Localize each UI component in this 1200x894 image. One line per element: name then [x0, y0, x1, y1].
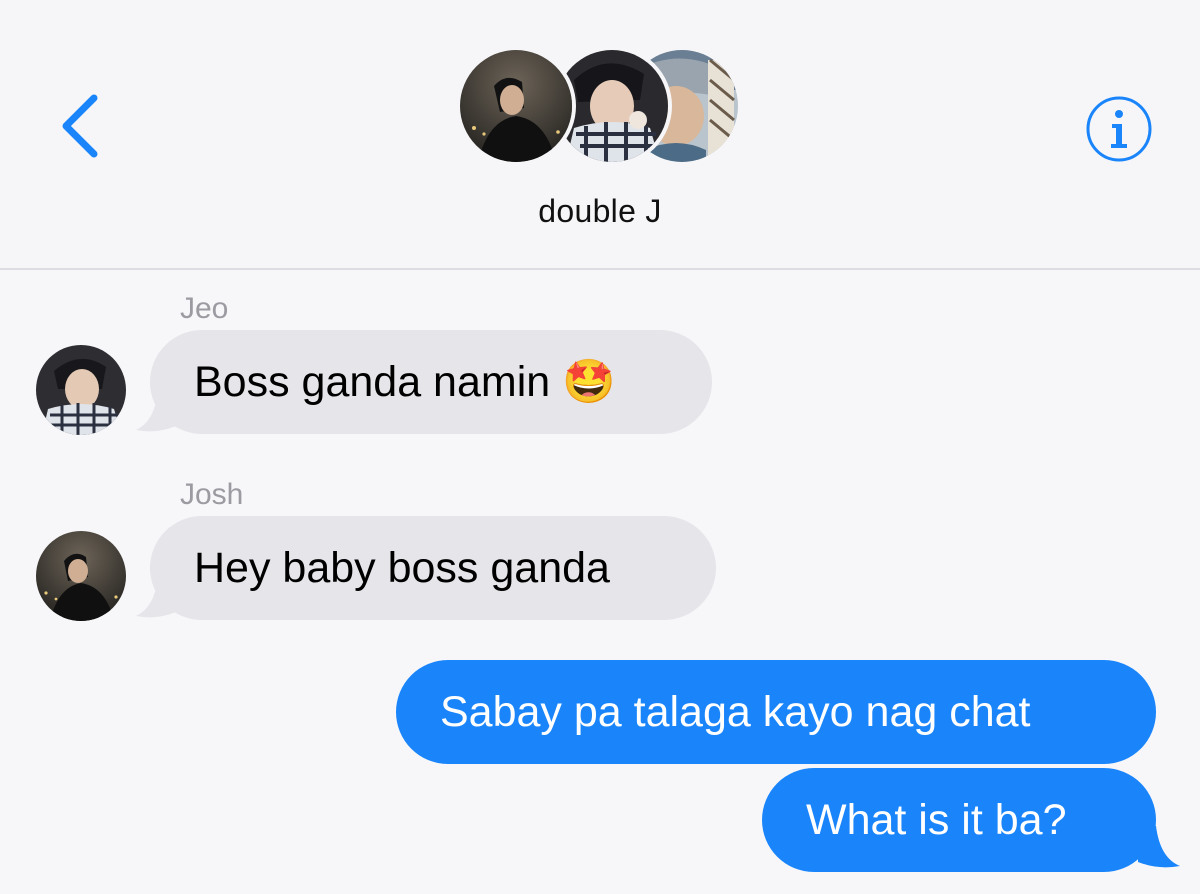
sender-avatar[interactable] [36, 531, 126, 621]
sender-avatar[interactable] [36, 345, 126, 435]
conversation-header: double J [0, 0, 1200, 268]
message-bubble-incoming[interactable]: Boss ganda namin 🤩 [150, 330, 712, 434]
message-bubble-incoming[interactable]: Hey baby boss ganda [150, 516, 716, 620]
message-bubble-outgoing[interactable]: What is it ba? [762, 768, 1156, 872]
chevron-left-icon [62, 94, 98, 158]
message-text: Boss ganda namin 🤩 [194, 357, 616, 406]
group-name[interactable]: double J [0, 193, 1200, 230]
group-avatar-1 [456, 46, 576, 166]
message-text: Hey baby boss ganda [194, 543, 610, 592]
info-circle-icon [1086, 96, 1152, 162]
back-button[interactable] [52, 92, 108, 160]
group-avatars[interactable] [456, 46, 746, 168]
sender-name: Josh [180, 478, 244, 511]
message-text: What is it ba? [806, 795, 1067, 844]
message-text: Sabay pa talaga kayo nag chat [440, 687, 1031, 736]
info-button[interactable] [1084, 94, 1154, 164]
header-divider [0, 268, 1200, 270]
sender-name: Jeo [180, 292, 229, 325]
message-bubble-outgoing[interactable]: Sabay pa talaga kayo nag chat [396, 660, 1156, 764]
messages-screen: double J Jeo Boss ganda namin 🤩 Josh Hey… [0, 0, 1200, 894]
